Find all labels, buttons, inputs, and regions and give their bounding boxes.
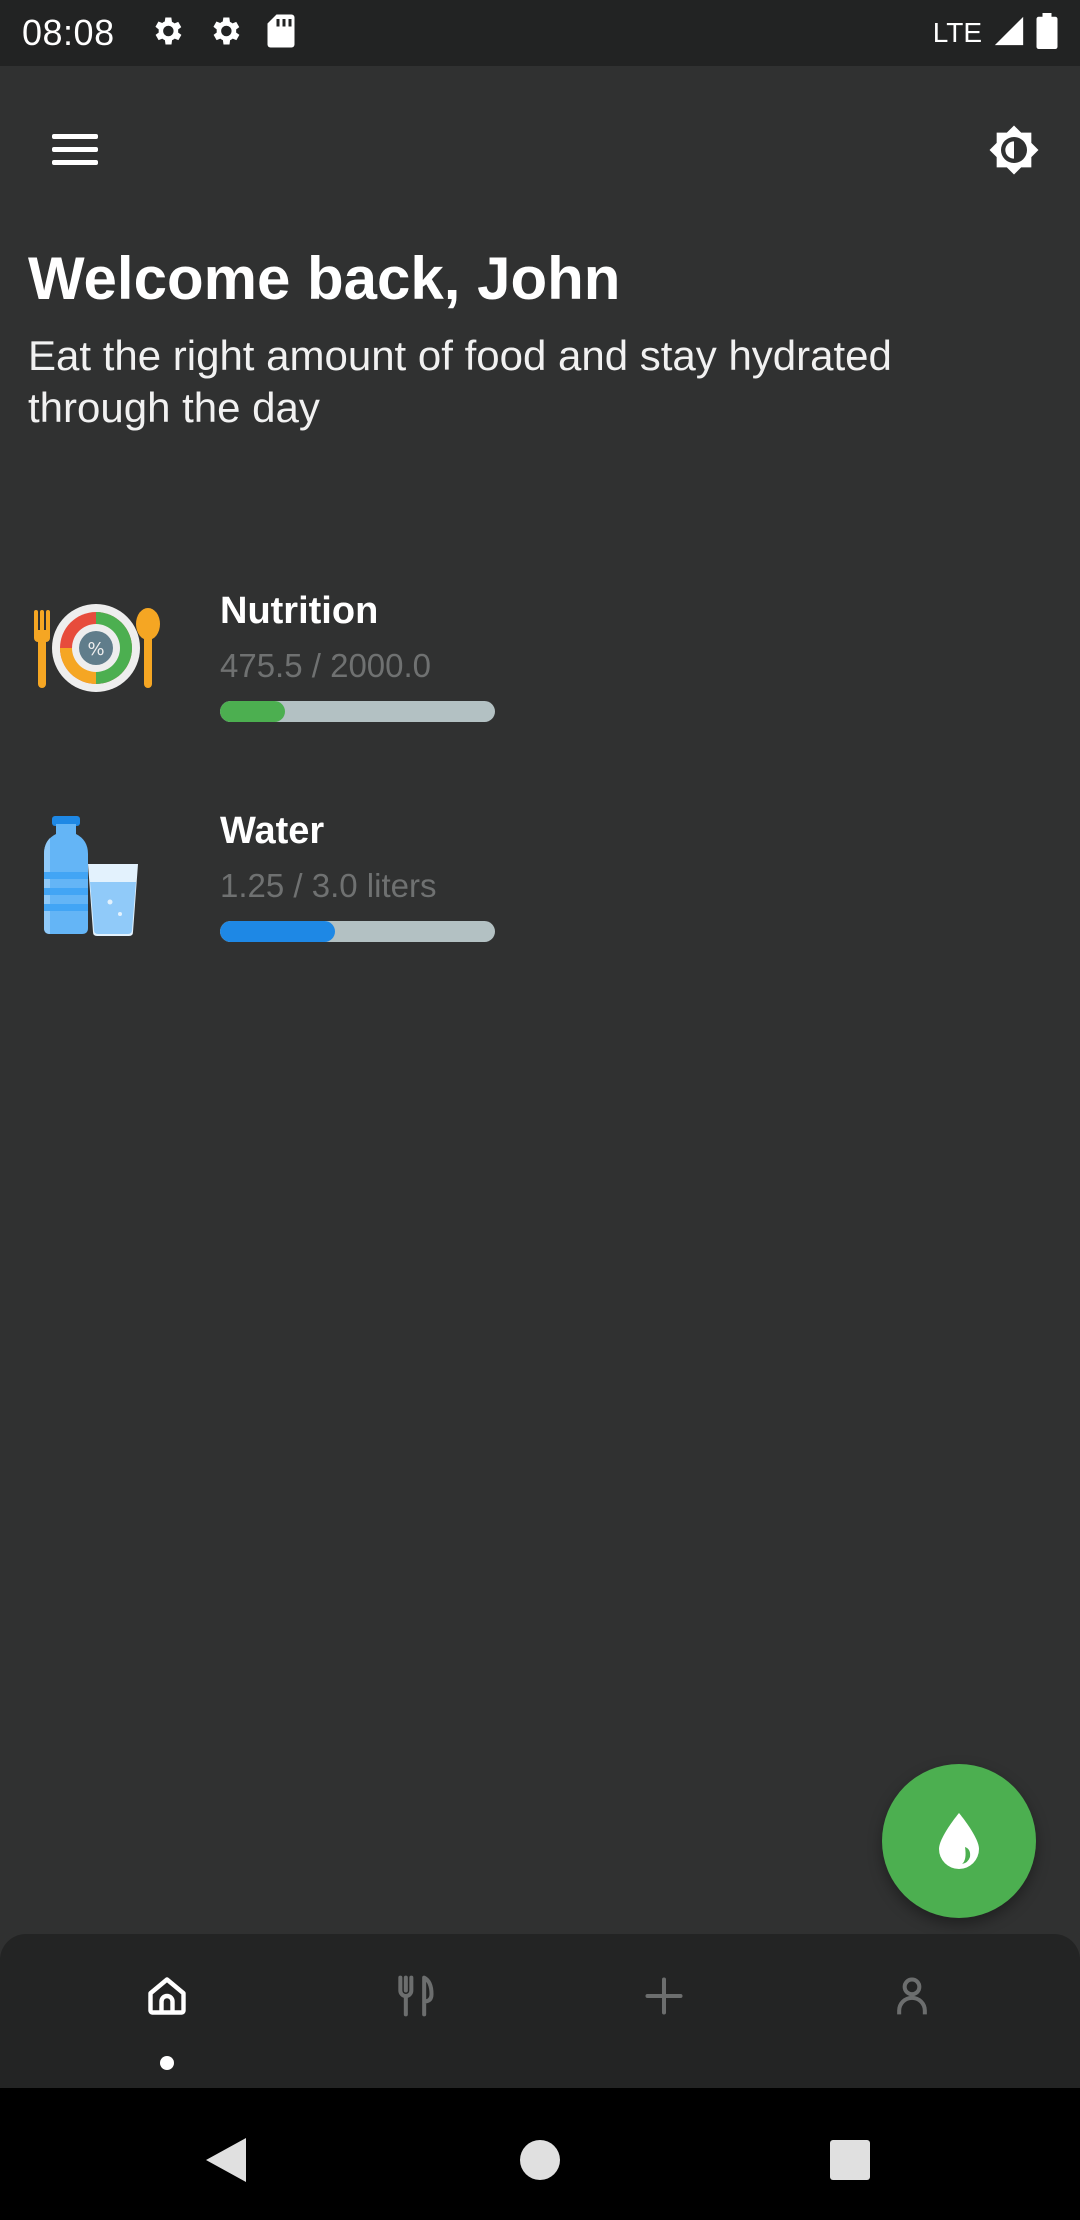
utensils-icon (398, 1975, 434, 2017)
nutrition-card[interactable]: % Nutrition 475.5 / 2000.0 (28, 582, 928, 742)
back-triangle-icon (206, 2138, 246, 2182)
network-type-label: LTE (932, 17, 982, 48)
system-recents-button[interactable] (820, 2130, 880, 2190)
svg-text:%: % (87, 639, 104, 660)
system-home-button[interactable] (510, 2130, 570, 2190)
sd-card-icon (265, 13, 297, 54)
water-text: Water 1.25 / 3.0 liters (220, 810, 495, 942)
welcome-title: Welcome back, John (28, 245, 621, 312)
status-bar: 08:08 LTE (0, 0, 1080, 66)
theme-toggle-button[interactable] (974, 110, 1054, 190)
person-icon (897, 1977, 927, 2015)
home-icon (148, 1977, 186, 2015)
system-back-button[interactable] (196, 2130, 256, 2190)
nav-profile[interactable] (872, 1974, 952, 2044)
recents-square-icon (830, 2140, 870, 2180)
nav-home[interactable] (127, 1974, 207, 2044)
settings-notification-icon (207, 13, 243, 54)
brightness-icon (989, 125, 1039, 175)
active-nav-indicator (160, 2056, 174, 2070)
nutrition-progress-fill (220, 701, 286, 722)
home-circle-icon (520, 2140, 560, 2180)
water-value: 1.25 / 3.0 liters (220, 867, 437, 904)
nutrition-title: Nutrition (220, 590, 379, 632)
nutrition-value: 475.5 / 2000.0 (220, 647, 432, 684)
water-title: Water (220, 810, 325, 852)
menu-button[interactable] (36, 110, 116, 190)
water-bottle-icon (44, 816, 138, 936)
bottom-navigation (0, 1934, 1080, 2088)
add-water-fab[interactable] (882, 1764, 1036, 1918)
signal-icon (992, 14, 1026, 53)
status-notification-icons (149, 13, 297, 54)
water-card[interactable]: Water 1.25 / 3.0 liters (28, 802, 928, 962)
settings-notification-icon (149, 13, 185, 54)
water-progress-fill (220, 921, 335, 942)
nav-nutrition[interactable] (375, 1974, 455, 2044)
hamburger-menu-icon (52, 134, 98, 165)
welcome-subtitle: Eat the right amount of food and stay hy… (28, 332, 892, 431)
water-progress-bar (220, 921, 495, 942)
plate-cutlery-icon: % (34, 604, 160, 692)
water-drop-icon (939, 1813, 979, 1869)
app-bar (0, 66, 1080, 222)
nutrition-text: Nutrition 475.5 / 2000.0 (220, 590, 495, 722)
nutrition-progress-bar (220, 701, 495, 722)
battery-icon (1036, 12, 1058, 54)
status-system-icons: LTE (932, 12, 1058, 54)
system-navigation-bar (0, 2088, 1080, 2220)
nav-add[interactable] (624, 1974, 704, 2044)
status-time: 08:08 (22, 12, 115, 53)
plus-icon (645, 1977, 683, 2015)
